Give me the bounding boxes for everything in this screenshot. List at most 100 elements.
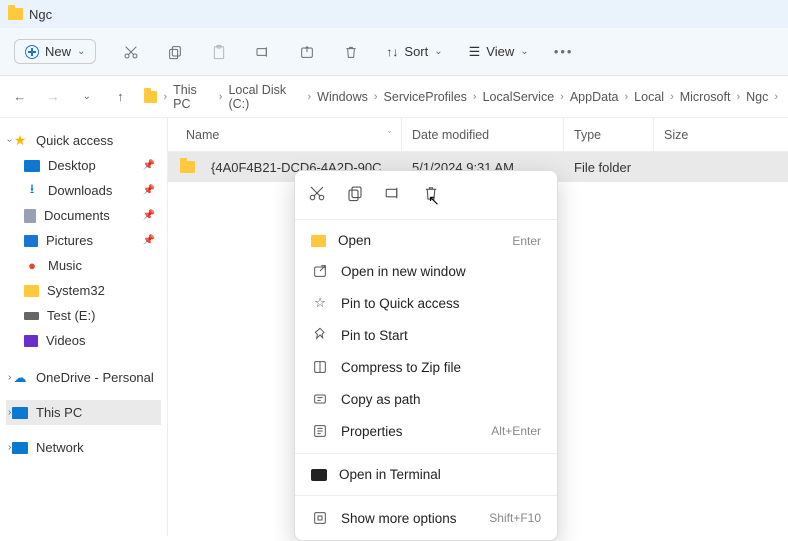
pin-icon: 📌: [143, 160, 155, 171]
cell-type: File folder: [574, 160, 631, 175]
chevron-right-icon: ›: [560, 91, 564, 103]
navbar: ← → ⌄ ↑ › This PC › Local Disk (C:) › Wind…: [0, 76, 788, 118]
chevron-right-icon: ›: [219, 91, 223, 103]
documents-icon: [24, 209, 36, 223]
ctx-properties[interactable]: Properties Alt+Enter: [295, 415, 557, 447]
breadcrumb-item[interactable]: AppData: [570, 90, 619, 104]
sidebar-item-test[interactable]: Test (E:): [6, 303, 161, 328]
pc-icon: [12, 407, 28, 419]
sort-arrow-icon: ˇ: [388, 130, 391, 140]
sidebar-item-music[interactable]: ●Music: [6, 253, 161, 278]
column-label: Name: [186, 128, 219, 142]
folder-icon: [180, 161, 195, 173]
rename-icon[interactable]: [254, 43, 272, 61]
chevron-icon: ›: [4, 139, 15, 142]
breadcrumb-item[interactable]: This PC: [173, 83, 213, 111]
chevron-right-icon: ›: [473, 91, 477, 103]
share-icon[interactable]: [298, 43, 316, 61]
ctx-hint: Enter: [512, 234, 541, 248]
ctx-pin-quick[interactable]: ☆Pin to Quick access: [295, 287, 557, 319]
paste-icon[interactable]: [210, 43, 228, 61]
ctx-show-more[interactable]: Show more optionsShift+F10: [295, 502, 557, 534]
chevron-icon: ›: [8, 442, 11, 453]
sidebar-item-downloads[interactable]: ⭳Downloads📌: [6, 178, 161, 203]
sidebar-item-quick-access[interactable]: › ★ Quick access: [6, 128, 161, 153]
sidebar-item-system32[interactable]: System32: [6, 278, 161, 303]
sort-button[interactable]: ↑↓ Sort ⌄: [386, 44, 442, 59]
column-name[interactable]: Name ˇ: [168, 118, 402, 151]
breadcrumb-item[interactable]: Local Disk (C:): [228, 83, 301, 111]
breadcrumb[interactable]: › This PC › Local Disk (C:) › Windows › Ser…: [144, 83, 778, 111]
pictures-icon: [24, 235, 38, 247]
columns-header: Name ˇ Date modified Type Size: [168, 118, 788, 152]
ctx-label: Copy as path: [341, 392, 421, 407]
ctx-open-new-window[interactable]: Open in new window: [295, 255, 557, 287]
ctx-copy-path[interactable]: Copy as path: [295, 383, 557, 415]
up-button[interactable]: ↑: [111, 87, 131, 107]
column-date[interactable]: Date modified: [402, 118, 564, 151]
column-label: Type: [574, 128, 601, 142]
new-label: New: [45, 44, 71, 59]
folder-icon: [8, 8, 23, 20]
chevron-right-icon: ›: [307, 91, 311, 103]
sidebar-item-videos[interactable]: Videos: [6, 328, 161, 353]
cut-icon[interactable]: [305, 181, 329, 205]
chevron-down-icon: ⌄: [434, 46, 442, 57]
delete-icon[interactable]: [342, 43, 360, 61]
ctx-label: Show more options: [341, 511, 457, 526]
sidebar-item-pictures[interactable]: Pictures📌: [6, 228, 161, 253]
breadcrumb-item[interactable]: Microsoft: [680, 90, 731, 104]
column-label: Size: [664, 128, 688, 142]
ctx-hint: Alt+Enter: [491, 424, 541, 438]
sidebar-item-this-pc[interactable]: ›This PC: [6, 400, 161, 425]
window-title: Ngc: [29, 7, 52, 22]
more-icon[interactable]: •••: [555, 43, 573, 61]
back-button[interactable]: ←: [10, 87, 30, 107]
sidebar-item-documents[interactable]: Documents 📌: [6, 203, 161, 228]
pin-icon: 📌: [143, 210, 155, 221]
drive-icon: [24, 312, 39, 320]
cut-icon[interactable]: [122, 43, 140, 61]
sidebar-label: Desktop: [48, 158, 96, 173]
sidebar-item-desktop[interactable]: Desktop 📌: [6, 153, 161, 178]
forward-button[interactable]: →: [44, 87, 64, 107]
desktop-icon: [24, 160, 40, 172]
breadcrumb-item[interactable]: ServiceProfiles: [384, 90, 467, 104]
ctx-open[interactable]: OpenEnter: [295, 226, 557, 255]
copy-path-icon: [311, 390, 329, 408]
ctx-pin-start[interactable]: Pin to Start: [295, 319, 557, 351]
chevron-right-icon: ›: [774, 91, 778, 103]
chevron-right-icon: ›: [374, 91, 378, 103]
breadcrumb-item[interactable]: Ngc: [746, 90, 768, 104]
chevron-right-icon: ›: [736, 91, 740, 103]
column-type[interactable]: Type: [564, 118, 654, 151]
breadcrumb-item[interactable]: Local: [634, 90, 664, 104]
music-icon: ●: [24, 259, 40, 273]
chevron-down-icon: ⌄: [520, 46, 528, 57]
new-button[interactable]: New ⌄: [14, 39, 96, 64]
column-size[interactable]: Size: [654, 118, 714, 151]
delete-icon[interactable]: [419, 181, 443, 205]
breadcrumb-item[interactable]: LocalService: [483, 90, 555, 104]
view-button[interactable]: ☰ View ⌄: [469, 44, 529, 60]
ctx-open-terminal[interactable]: Open in Terminal: [295, 460, 557, 489]
sidebar-label: OneDrive - Personal: [36, 370, 154, 385]
open-new-icon: [311, 262, 329, 280]
breadcrumb-item[interactable]: Windows: [317, 90, 368, 104]
sidebar-item-network[interactable]: ›Network: [6, 435, 161, 460]
chevron-right-icon: ›: [625, 91, 629, 103]
sidebar-label: Documents: [44, 208, 110, 223]
context-menu: OpenEnter Open in new window ☆Pin to Qui…: [294, 170, 558, 541]
sidebar-item-onedrive[interactable]: ›☁OneDrive - Personal: [6, 365, 161, 390]
copy-icon[interactable]: [166, 43, 184, 61]
ctx-label: Properties: [341, 424, 403, 439]
copy-icon[interactable]: [343, 181, 367, 205]
star-icon: ☆: [311, 294, 329, 312]
plus-circle-icon: [25, 45, 39, 59]
sidebar-label: Test (E:): [47, 308, 95, 323]
rename-icon[interactable]: [381, 181, 405, 205]
chevron-down-icon[interactable]: ⌄: [77, 87, 97, 107]
ctx-compress-zip[interactable]: Compress to Zip file: [295, 351, 557, 383]
more-options-icon: [311, 509, 329, 527]
ctx-label: Compress to Zip file: [341, 360, 461, 375]
